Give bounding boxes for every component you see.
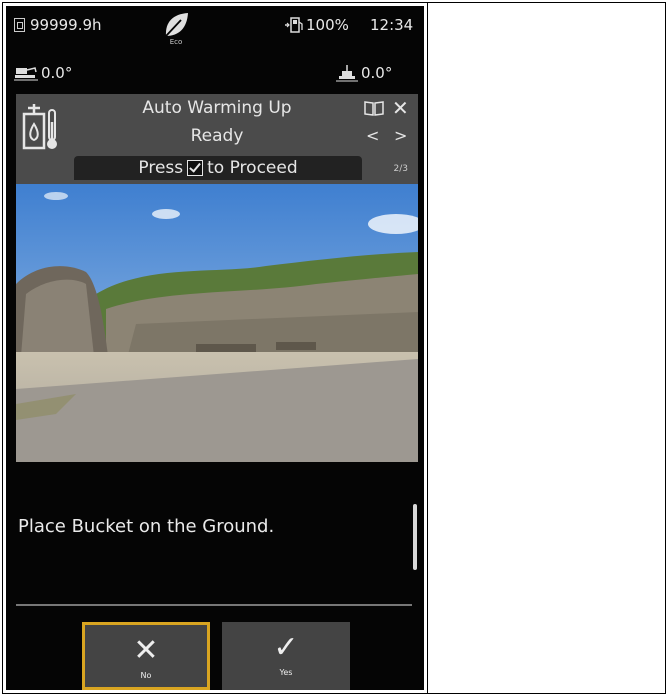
machine-roll-indicator: 0.0° (336, 64, 392, 82)
hour-meter-value: 99999.9h (30, 16, 102, 34)
manual-book-icon[interactable] (364, 100, 384, 116)
message-scrollbar[interactable] (413, 504, 417, 570)
angle-indicators: 0.0° 0.0° (6, 58, 424, 94)
screen-title: Auto Warming Up (142, 98, 292, 118)
eco-indicator: Eco (156, 10, 196, 54)
press-prefix: Press (138, 158, 184, 178)
no-button-label: No (140, 671, 152, 680)
machine-pitch-indicator: 0.0° (14, 64, 72, 82)
yes-button[interactable]: ✓ Yes (222, 622, 350, 690)
close-icon[interactable]: ✕ (392, 96, 409, 120)
fuel-value: 100% (306, 16, 349, 34)
site-photo (16, 184, 418, 462)
machine-tilt-icon (14, 67, 38, 81)
proceed-hint: Press to Proceed (74, 156, 362, 180)
cross-icon: ✕ (133, 633, 159, 668)
checkmark-icon: ✓ (273, 630, 299, 665)
roll-value: 0.0° (361, 64, 393, 82)
eco-label: Eco (169, 38, 183, 46)
no-button[interactable]: ✕ No (82, 622, 210, 690)
instruction-message: Place Bucket on the Ground. (18, 516, 275, 537)
frame-divider (427, 2, 428, 694)
yes-button-label: Yes (279, 668, 293, 677)
guidance-header: Auto Warming Up Ready ✕ < > Press to Pro… (16, 94, 418, 184)
checkbox-icon (187, 160, 204, 176)
press-suffix: to Proceed (207, 158, 298, 178)
monitor-screen: 99999.9h Eco 100% 12:34 0.0° 0.0° Auto W… (6, 6, 424, 690)
pitch-value: 0.0° (41, 64, 73, 82)
page-indicator: 2/3 (393, 164, 408, 174)
prev-page-icon[interactable]: < (366, 126, 379, 145)
fuel-level: 100% (284, 16, 349, 34)
hour-meter: 99999.9h (14, 16, 102, 34)
machine-roll-icon (336, 65, 358, 82)
next-page-icon[interactable]: > (394, 126, 407, 145)
button-divider (16, 604, 412, 606)
screen-status: Ready (190, 126, 244, 146)
hour-meter-icon (14, 18, 25, 32)
clock: 12:34 (370, 16, 414, 34)
status-bar: 99999.9h Eco 100% 12:34 (6, 6, 424, 58)
leaf-icon (165, 13, 188, 37)
fuel-pump-icon (285, 17, 303, 33)
quarry-site-image (16, 184, 418, 462)
